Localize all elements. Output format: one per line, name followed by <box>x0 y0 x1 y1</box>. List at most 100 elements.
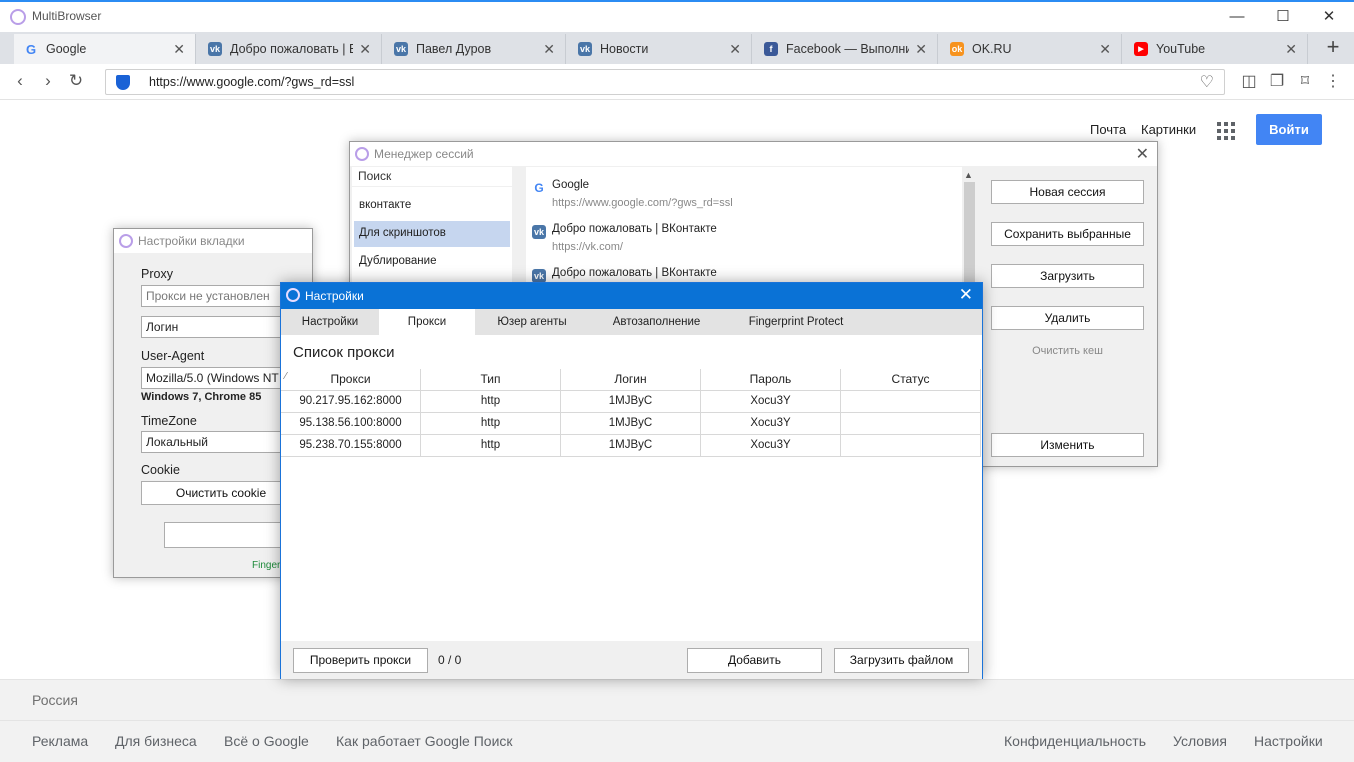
footer-link-how-search-works[interactable]: Как работает Google Поиск <box>336 733 513 749</box>
tab-vk-welcome[interactable]: vk Добро пожаловать | В ✕ <box>198 34 382 64</box>
clear-cookie-button[interactable]: Очистить cookie <box>141 481 301 505</box>
tab-user-agents[interactable]: Юзер агенты <box>475 309 589 335</box>
url-text[interactable]: https://www.google.com/?gws_rd=ssl <box>149 75 354 89</box>
forward-icon[interactable]: › <box>37 71 59 93</box>
entry-title: Google <box>552 179 590 191</box>
close-icon[interactable]: ✕ <box>1136 144 1149 164</box>
gmail-link[interactable]: Почта <box>1090 122 1126 137</box>
shield-icon[interactable] <box>116 75 130 90</box>
save-selected-button[interactable]: Сохранить выбранные <box>991 222 1144 246</box>
facebook-icon: f <box>764 42 778 56</box>
new-session-button[interactable]: Новая сессия <box>991 180 1144 204</box>
session-entries: G Google https://www.google.com/?gws_rd=… <box>526 167 962 297</box>
tab-durov[interactable]: vk Павел Дуров ✕ <box>384 34 566 64</box>
new-tab-button[interactable]: + <box>1320 34 1346 60</box>
footer-link-settings[interactable]: Настройки <box>1254 733 1323 749</box>
tab-facebook[interactable]: f Facebook — Выполнит ✕ <box>754 34 938 64</box>
dialog-title: Менеджер сессий <box>374 147 474 161</box>
heart-icon[interactable]: ♡ <box>1200 72 1214 92</box>
table-cell: Xocu3Y <box>701 435 841 457</box>
tab-close-icon[interactable]: ✕ <box>915 41 927 58</box>
user-agent-field[interactable]: Mozilla/5.0 (Windows NT 6 <box>141 367 301 389</box>
column-header[interactable]: Тип <box>421 369 561 391</box>
table-row[interactable]: 90.217.95.162:8000 http 1MJByC Xocu3Y <box>281 391 981 413</box>
footer-link-about[interactable]: Всё о Google <box>224 733 309 749</box>
tab-news[interactable]: vk Новости ✕ <box>568 34 752 64</box>
column-header[interactable]: Прокси <box>281 369 421 391</box>
upload-file-button[interactable]: Загрузить файлом <box>834 648 969 673</box>
scroll-up-icon[interactable]: ▲ <box>964 170 973 180</box>
footer-link-privacy[interactable]: Конфиденциальность <box>1004 733 1146 749</box>
edit-button[interactable]: Изменить <box>991 433 1144 457</box>
youtube-icon: ▶ <box>1134 42 1148 56</box>
proxy-list-title: Список прокси <box>293 344 395 361</box>
tab-autofill[interactable]: Автозаполнение <box>589 309 724 335</box>
column-header[interactable]: Пароль <box>701 369 841 391</box>
tab-label: Добро пожаловать | В <box>230 42 354 56</box>
tab-close-icon[interactable]: ✕ <box>173 41 185 58</box>
menu-icon[interactable]: ⋮ <box>1323 71 1343 91</box>
google-icon: G <box>534 181 544 195</box>
sessions-icon[interactable]: ❐ <box>1267 71 1287 91</box>
reload-icon[interactable]: ↻ <box>65 71 87 93</box>
login-button[interactable]: Войти <box>1256 114 1322 145</box>
tab-close-icon[interactable]: ✕ <box>543 41 555 58</box>
check-proxy-button[interactable]: Проверить прокси <box>293 648 428 673</box>
tab-proxy[interactable]: Прокси <box>379 309 475 335</box>
images-link[interactable]: Картинки <box>1141 122 1196 137</box>
app-logo-icon <box>119 234 133 248</box>
session-item[interactable]: вконтакте <box>354 193 510 219</box>
user-agent-label: User-Agent <box>141 349 205 363</box>
tab-close-icon[interactable]: ✕ <box>1099 41 1111 58</box>
login-field[interactable]: Логин <box>141 316 301 338</box>
tab-label: YouTube <box>1156 42 1206 56</box>
proxy-panel: Список прокси ⁄ Прокси Тип Логин Пароль … <box>281 335 982 641</box>
table-cell: Xocu3Y <box>701 391 841 413</box>
timezone-field[interactable]: Локальный <box>141 431 301 453</box>
column-header[interactable]: Логин <box>561 369 701 391</box>
tab-fingerprint-protect[interactable]: Fingerprint Protect <box>724 309 868 335</box>
tab-youtube[interactable]: ▶ YouTube ✕ <box>1124 34 1308 64</box>
app-logo-icon <box>10 9 26 25</box>
table-row[interactable]: 95.138.56.100:8000 http 1MJByC Xocu3Y <box>281 413 981 435</box>
tab-close-icon[interactable]: ✕ <box>359 41 371 58</box>
footer-link-terms[interactable]: Условия <box>1173 733 1227 749</box>
tab-general-settings[interactable]: Настройки <box>281 309 379 335</box>
apps-grid-icon[interactable] <box>1217 122 1235 140</box>
bookmark-icon[interactable]: ⌑ <box>1295 71 1315 91</box>
tab-google[interactable]: G Google ✕ <box>14 34 196 64</box>
back-icon[interactable]: ‹ <box>9 71 31 93</box>
user-agent-description: Windows 7, Chrome 85 <box>141 391 262 403</box>
sidebar-icon[interactable]: ◫ <box>1239 71 1259 91</box>
column-header[interactable]: Статус <box>841 369 981 391</box>
footer-link-business[interactable]: Для бизнеса <box>115 733 197 749</box>
minimize-button[interactable]: — <box>1214 4 1260 32</box>
tab-label: Facebook — Выполнит <box>786 42 910 56</box>
settings-dialog: Настройки ✕ Настройки Прокси Юзер агенты… <box>280 282 983 679</box>
maximize-button[interactable]: ☐ <box>1260 4 1306 32</box>
fingerprint-link[interactable]: Finger <box>252 560 280 571</box>
tab-close-icon[interactable]: ✕ <box>1285 41 1297 58</box>
proxy-counter: 0 / 0 <box>438 653 462 667</box>
close-icon[interactable]: ✕ <box>959 285 973 305</box>
session-search-input[interactable]: Поиск <box>352 167 512 186</box>
clear-cache-link[interactable]: Очистить кеш <box>991 345 1144 357</box>
table-row[interactable]: 95.238.70.155:8000 http 1MJByC Xocu3Y <box>281 435 981 457</box>
session-item[interactable]: Для скриншотов <box>354 221 510 247</box>
footer-link-ads[interactable]: Реклама <box>32 733 88 749</box>
close-window-button[interactable]: ✕ <box>1306 4 1352 32</box>
tab-ok[interactable]: ok OK.RU ✕ <box>940 34 1122 64</box>
navigation-bar: ‹ › ↻ https://www.google.com/?gws_rd=ssl… <box>0 64 1354 100</box>
tab-label: Павел Дуров <box>416 42 492 56</box>
proxy-field[interactable]: Прокси не установлен <box>141 285 301 307</box>
load-button[interactable]: Загрузить <box>991 264 1144 288</box>
address-bar[interactable]: https://www.google.com/?gws_rd=ssl ♡ <box>105 69 1225 95</box>
add-proxy-button[interactable]: Добавить <box>687 648 822 673</box>
delete-button[interactable]: Удалить <box>991 306 1144 330</box>
tab-close-icon[interactable]: ✕ <box>729 41 741 58</box>
vk-icon: vk <box>532 269 546 283</box>
tab-label: OK.RU <box>972 42 1012 56</box>
table-cell <box>841 391 981 413</box>
session-item[interactable]: Дублирование <box>354 249 510 275</box>
table-cell: 90.217.95.162:8000 <box>281 391 421 413</box>
